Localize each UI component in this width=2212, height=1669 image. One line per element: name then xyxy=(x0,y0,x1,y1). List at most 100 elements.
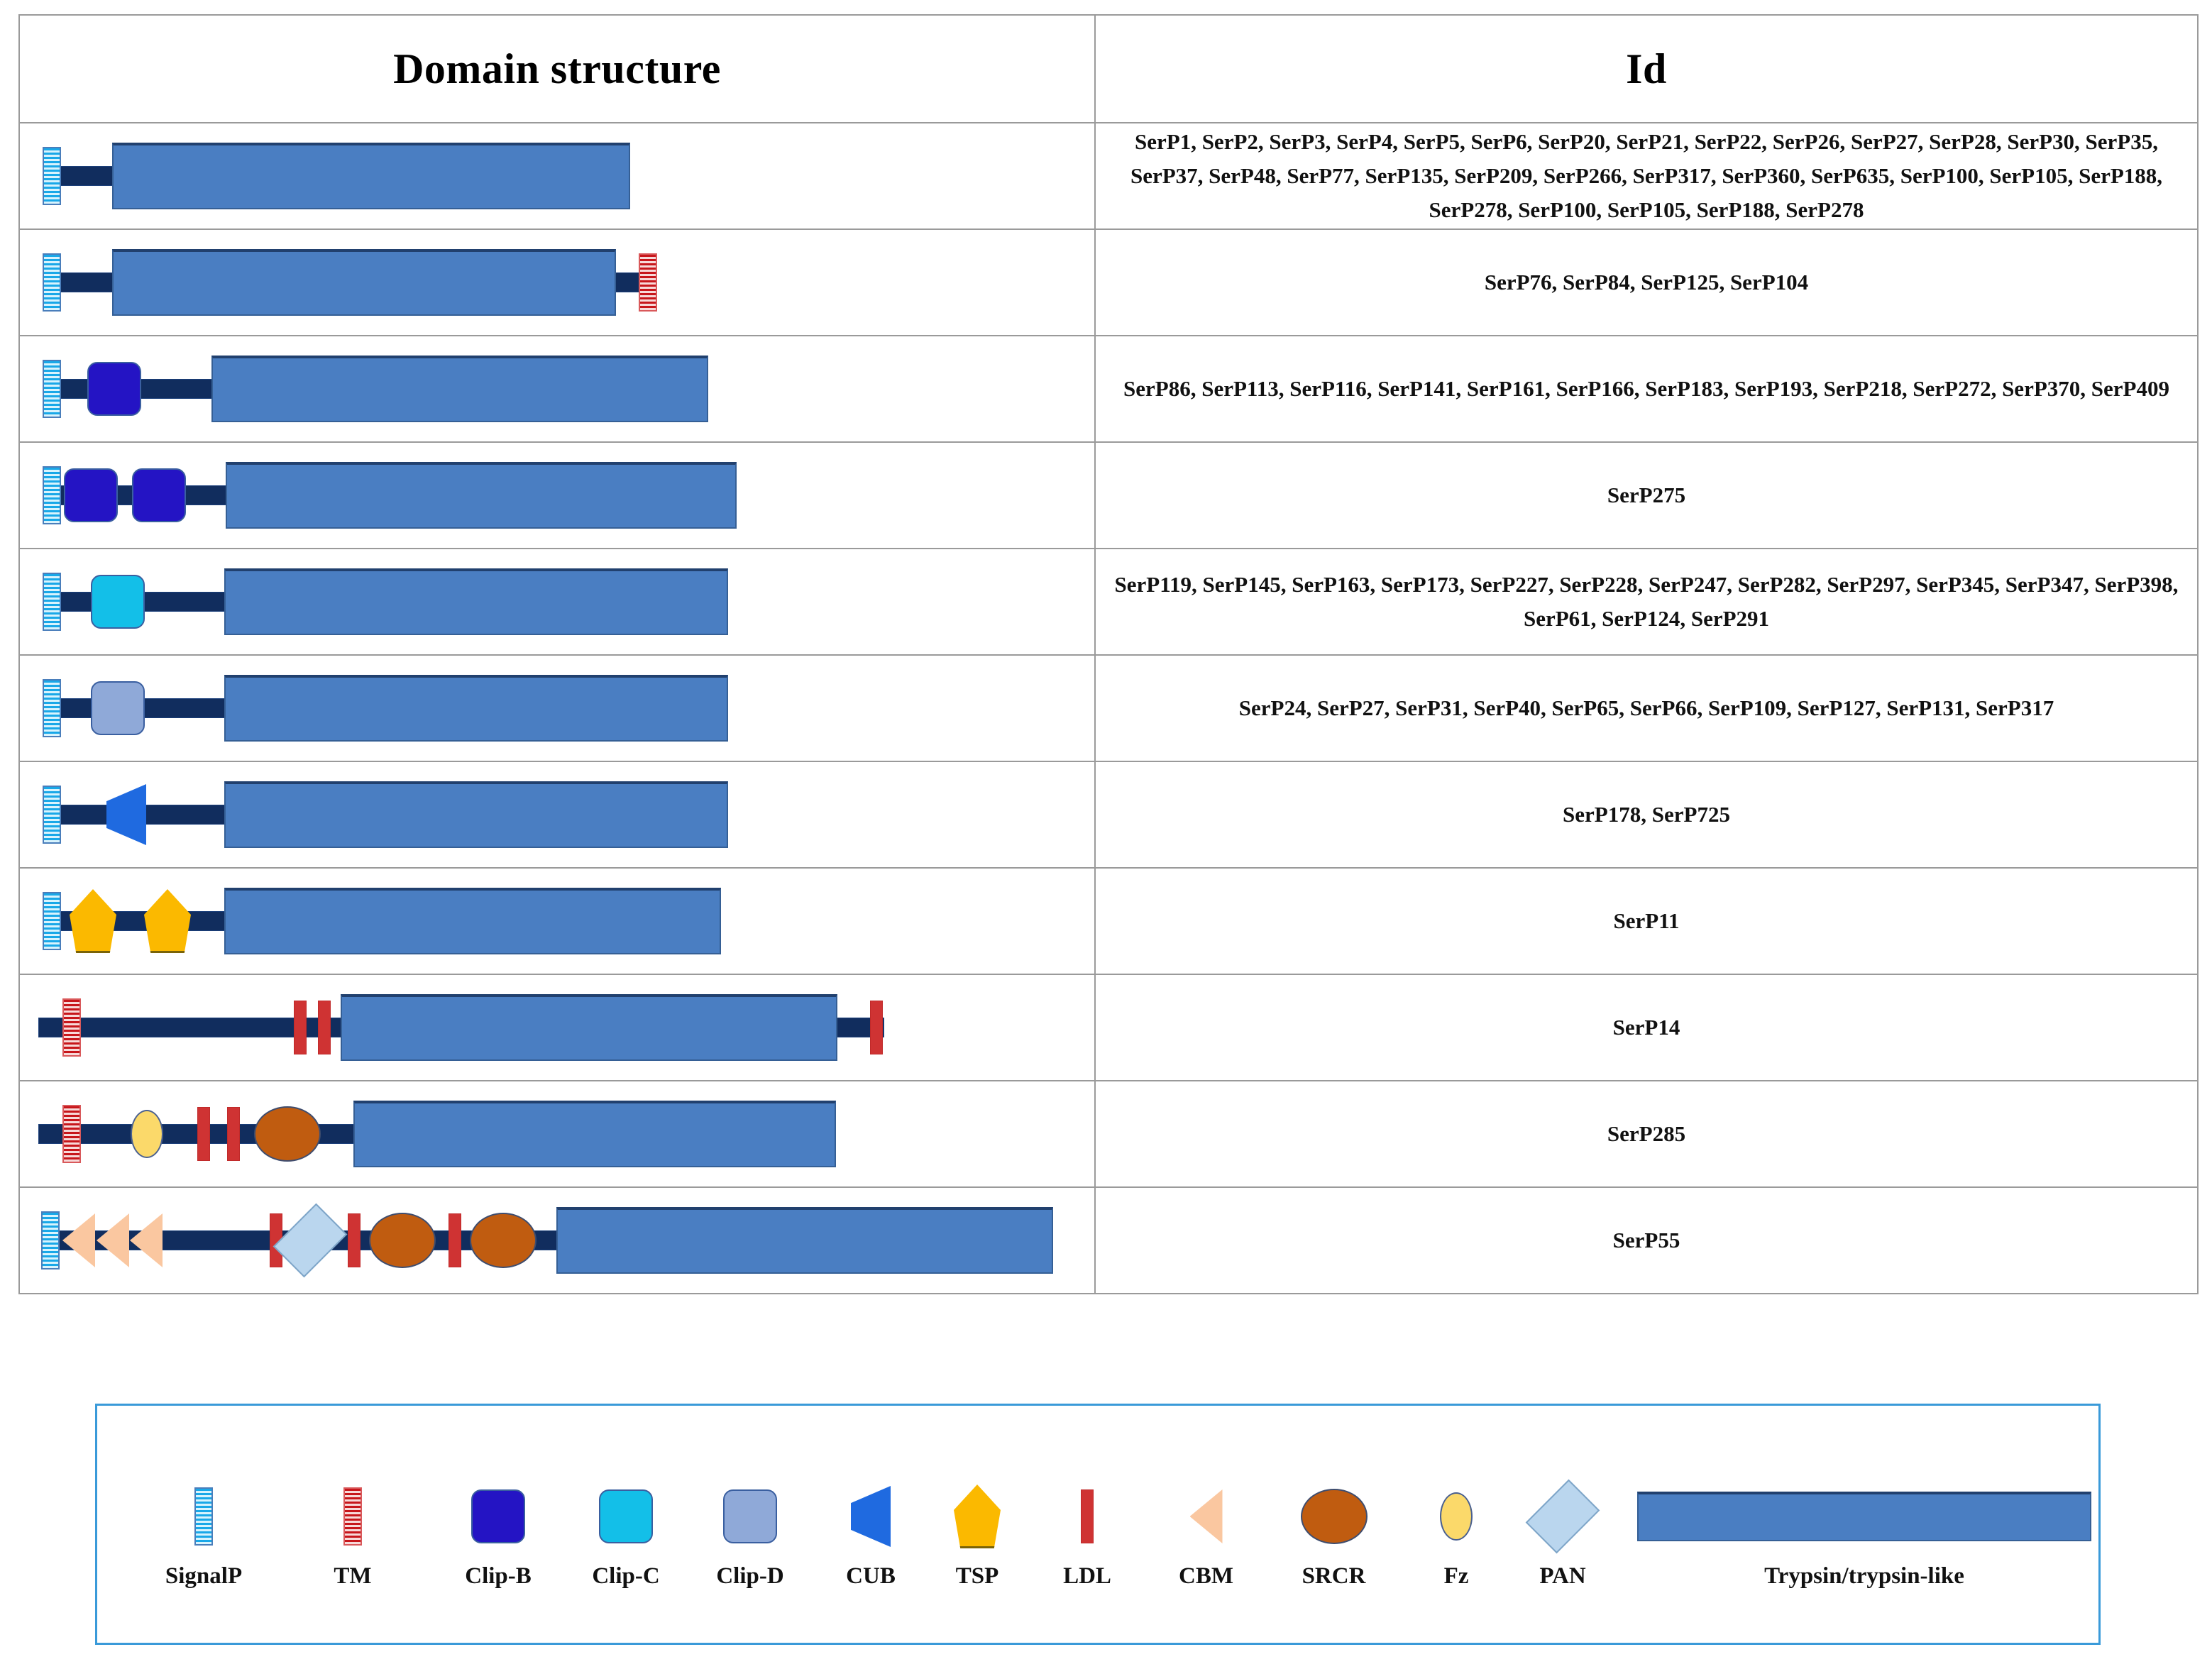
legend-item-clip-c: Clip-C xyxy=(566,1406,686,1643)
legend-label-clip-d: Clip-D xyxy=(716,1563,784,1589)
domain-track xyxy=(20,1091,1094,1177)
table-row: SerP119, SerP145, SerP163, SerP173, SerP… xyxy=(18,548,2199,656)
signalp-domain-icon xyxy=(43,253,61,312)
signalp-domain-icon xyxy=(43,360,61,418)
table-row: SerP1, SerP2, SerP3, SerP4, SerP5, SerP6… xyxy=(18,122,2199,230)
id-list-9: SerP14 xyxy=(1094,974,2199,1081)
legend-item-srcr: SRCR xyxy=(1268,1406,1399,1643)
id-list-5: SerP119, SerP145, SerP163, SerP173, SerP… xyxy=(1094,548,2199,656)
domain-diagram-4 xyxy=(18,441,1096,549)
trypsin-domain-icon xyxy=(211,356,708,422)
signalp-domain-icon xyxy=(43,892,61,950)
trypsin-domain-icon xyxy=(224,781,728,848)
table-row: SerP14 xyxy=(18,974,2199,1081)
ldl-domain-icon xyxy=(227,1107,240,1161)
trypsin-domain-icon xyxy=(353,1101,836,1167)
legend-label-trypsin: Trypsin/trypsin-like xyxy=(1764,1563,1964,1589)
legend-label-pan: PAN xyxy=(1539,1563,1586,1589)
trypsin-icon xyxy=(1637,1482,2091,1550)
legend-label-ldl: LDL xyxy=(1063,1563,1111,1589)
legend-label-cub: CUB xyxy=(846,1563,896,1589)
cbm-icon xyxy=(1189,1482,1223,1550)
table-row: SerP76, SerP84, SerP125, SerP104 xyxy=(18,228,2199,336)
legend-label-tm: TM xyxy=(334,1563,372,1589)
legend-label-tsp: TSP xyxy=(955,1563,999,1589)
ldl-domain-icon xyxy=(449,1213,461,1267)
cub-icon xyxy=(851,1482,891,1550)
cbm-domain-icon xyxy=(130,1213,163,1267)
legend-item-clip-d: Clip-D xyxy=(690,1406,810,1643)
ldl-domain-icon xyxy=(197,1107,210,1161)
tsp-domain-icon xyxy=(144,889,191,953)
trypsin-domain-icon xyxy=(112,143,630,209)
table-row: SerP24, SerP27, SerP31, SerP40, SerP65, … xyxy=(18,654,2199,762)
domain-track xyxy=(20,453,1094,538)
id-list-10: SerP285 xyxy=(1094,1080,2199,1188)
signalp-domain-icon xyxy=(41,1211,60,1269)
id-list-8: SerP11 xyxy=(1094,867,2199,975)
legend-item-fz: Fz xyxy=(1407,1406,1506,1643)
domain-diagram-6 xyxy=(18,654,1096,762)
ldl-domain-icon xyxy=(318,1001,331,1054)
trypsin-domain-icon xyxy=(224,568,728,635)
pan-icon xyxy=(1525,1479,1600,1554)
table-row: SerP285 xyxy=(18,1080,2199,1188)
legend-label-srcr: SRCR xyxy=(1302,1563,1366,1589)
trypsin-domain-icon xyxy=(341,994,837,1061)
trypsin-domain-icon xyxy=(112,249,616,316)
id-list-3: SerP86, SerP113, SerP116, SerP141, SerP1… xyxy=(1094,335,2199,443)
id-list-2: SerP76, SerP84, SerP125, SerP104 xyxy=(1094,228,2199,336)
domain-diagram-7 xyxy=(18,761,1096,869)
legend-item-signalp: SignalP xyxy=(140,1406,268,1643)
domain-diagram-2 xyxy=(18,228,1096,336)
legend-label-signalp: SignalP xyxy=(165,1563,243,1589)
domain-diagram-3 xyxy=(18,335,1096,443)
legend-item-pan: PAN xyxy=(1506,1406,1619,1643)
trypsin-domain-icon xyxy=(226,462,737,529)
legend-label-fz: Fz xyxy=(1443,1563,1469,1589)
domain-diagram-1 xyxy=(18,122,1096,230)
legend-label-clip-b: Clip-B xyxy=(465,1563,532,1589)
clip-c-domain-icon xyxy=(91,575,145,629)
srcr-domain-icon xyxy=(470,1213,537,1268)
signalp-domain-icon xyxy=(43,679,61,737)
id-list-7: SerP178, SerP725 xyxy=(1094,761,2199,869)
header-domain-structure: Domain structure xyxy=(18,14,1096,123)
legend-item-tsp: TSP xyxy=(924,1406,1030,1643)
srcr-domain-icon xyxy=(369,1213,436,1268)
signalp-domain-icon xyxy=(43,466,61,524)
srcr-icon xyxy=(1300,1482,1368,1550)
legend-item-trypsin: Trypsin/trypsin-like xyxy=(1637,1406,2091,1643)
trypsin-domain-icon xyxy=(224,888,721,954)
clip-d-domain-icon xyxy=(91,681,145,735)
domain-diagram-9 xyxy=(18,974,1096,1081)
ldl-domain-icon xyxy=(870,1001,883,1054)
legend-label-clip-c: Clip-C xyxy=(592,1563,660,1589)
id-list-6: SerP24, SerP27, SerP31, SerP40, SerP65, … xyxy=(1094,654,2199,762)
domain-track xyxy=(20,133,1094,219)
trypsin-domain-icon xyxy=(224,675,728,742)
ldl-domain-icon xyxy=(348,1213,361,1267)
tm-domain-icon xyxy=(62,998,81,1057)
fz-icon xyxy=(1440,1482,1473,1550)
tsp-icon xyxy=(954,1482,1001,1550)
tm-domain-icon xyxy=(62,1105,81,1163)
clip-b-domain-icon xyxy=(64,468,118,522)
id-list-4: SerP275 xyxy=(1094,441,2199,549)
legend-item-cbm: CBM xyxy=(1148,1406,1265,1643)
domain-track xyxy=(20,878,1094,964)
table-row: SerP55 xyxy=(18,1186,2199,1294)
domain-diagram-11 xyxy=(18,1186,1096,1294)
trypsin-domain-icon xyxy=(556,1207,1053,1274)
signalp-domain-icon xyxy=(43,147,61,205)
signalp-icon xyxy=(194,1482,213,1550)
domain-track xyxy=(20,666,1094,751)
domain-track xyxy=(20,985,1094,1070)
srcr-domain-icon xyxy=(254,1106,321,1162)
id-list-1: SerP1, SerP2, SerP3, SerP4, SerP5, SerP6… xyxy=(1094,122,2199,230)
legend-item-list: SignalP TM Clip-B Clip-C Clip-D CUB TSP xyxy=(97,1406,2098,1643)
domain-diagram-5 xyxy=(18,548,1096,656)
domain-track xyxy=(20,1198,1094,1283)
cbm-domain-icon xyxy=(62,1213,95,1267)
domain-track xyxy=(20,240,1094,325)
